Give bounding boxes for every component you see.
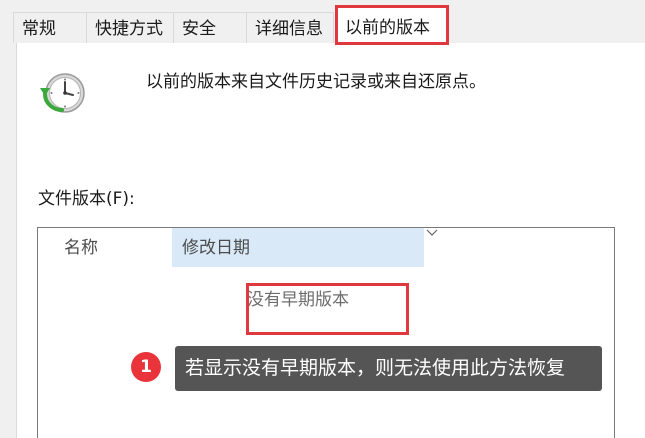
tab-highlight-box [335,5,449,45]
annotation-badge: 1 [131,352,161,382]
column-header-name[interactable]: 名称 [64,228,98,267]
column-header-modified-date[interactable]: 修改日期 [172,228,438,267]
column-header-modified-date-label: 修改日期 [182,238,250,258]
tab-details[interactable]: 详细信息 [246,12,334,43]
file-versions-label: 文件版本(F): [38,189,135,209]
tab-security[interactable]: 安全 [173,12,247,43]
annotation-tooltip: 若显示没有早期版本，则无法使用此方法恢复 [175,346,602,391]
empty-message-highlight-box [246,283,409,335]
tab-shortcut[interactable]: 快捷方式 [86,12,174,43]
tab-general[interactable]: 常规 [13,12,88,43]
history-clock-icon [40,73,85,113]
description-text: 以前的版本来自文件历史记录或来自还原点。 [146,72,486,92]
sort-chevron-down-icon [426,229,438,236]
tab-bar: 常规 快捷方式 安全 详细信息 以前的版本 [0,0,645,44]
